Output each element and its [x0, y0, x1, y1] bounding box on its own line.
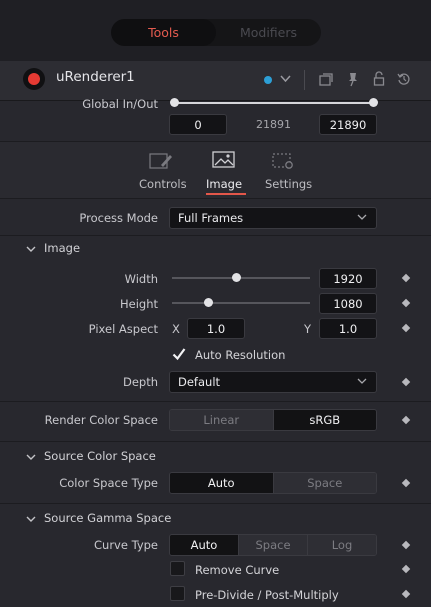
chevron-down-icon[interactable]: [280, 72, 291, 86]
pixel-aspect-y-label: Y: [304, 322, 312, 336]
lock-icon[interactable]: [373, 71, 385, 89]
keyframe-diamond-icon[interactable]: [401, 589, 411, 599]
pin-icon[interactable]: [346, 71, 360, 90]
render-color-space-toggle: Linear sRGB: [169, 409, 377, 431]
global-range-track[interactable]: [174, 102, 374, 104]
depth-dropdown[interactable]: Default: [169, 371, 377, 393]
global-duration: 21891: [256, 118, 291, 131]
node-name[interactable]: uRenderer1: [56, 69, 135, 85]
chevron-down-icon: [357, 211, 367, 228]
tab-image[interactable]: Image: [206, 177, 242, 191]
render-color-space-label: Render Color Space: [44, 413, 158, 427]
keyframe-diamond-icon[interactable]: [401, 564, 411, 574]
tab-modifiers[interactable]: Modifiers: [216, 19, 321, 46]
divider: [0, 235, 431, 236]
auto-resolution-label: Auto Resolution: [195, 348, 286, 362]
settings-icon[interactable]: [272, 152, 296, 173]
image-section-title[interactable]: Image: [44, 241, 80, 255]
tab-tools[interactable]: Tools: [111, 19, 216, 46]
collapse-chevron-icon[interactable]: [26, 243, 36, 257]
divider: [0, 441, 431, 442]
image-icon[interactable]: [212, 151, 236, 172]
reset-icon[interactable]: [397, 72, 411, 89]
collapse-chevron-icon[interactable]: [26, 513, 36, 527]
global-out-field[interactable]: 21890: [319, 114, 377, 135]
source-color-space-title[interactable]: Source Color Space: [44, 449, 156, 463]
color-space-space-option[interactable]: Space: [273, 473, 376, 493]
depth-value: Default: [178, 375, 221, 389]
tab-settings[interactable]: Settings: [265, 177, 312, 191]
color-space-type-toggle: Auto Space: [169, 472, 377, 494]
width-slider-track[interactable]: [172, 277, 310, 279]
collapse-chevron-icon[interactable]: [26, 451, 36, 465]
width-label: Width: [124, 272, 158, 286]
divider: [0, 503, 431, 504]
global-in-handle[interactable]: [170, 98, 179, 107]
global-inout-label: Global In/Out: [82, 97, 158, 111]
divider: [0, 401, 431, 402]
controls-icon[interactable]: [149, 152, 173, 173]
process-mode-dropdown[interactable]: Full Frames: [169, 207, 377, 229]
process-mode-value: Full Frames: [178, 211, 244, 225]
render-linear-option[interactable]: Linear: [170, 410, 274, 430]
height-field[interactable]: 1080: [319, 293, 377, 314]
color-space-auto-option[interactable]: Auto: [170, 473, 274, 493]
pixel-aspect-label: Pixel Aspect: [88, 322, 158, 336]
global-in-field[interactable]: 0: [169, 114, 227, 135]
keyframe-diamond-icon[interactable]: [401, 273, 411, 283]
height-slider-knob[interactable]: [204, 298, 213, 307]
window-icon[interactable]: [319, 73, 333, 89]
curve-log-option[interactable]: Log: [308, 535, 376, 555]
keyframe-diamond-icon[interactable]: [401, 377, 411, 387]
keyframe-diamond-icon[interactable]: [401, 540, 411, 550]
global-out-handle[interactable]: [369, 98, 378, 107]
node-color-dot[interactable]: [264, 76, 272, 84]
keyframe-diamond-icon[interactable]: [401, 298, 411, 308]
auto-resolution-checkbox[interactable]: [172, 347, 186, 364]
color-space-type-label: Color Space Type: [59, 476, 158, 490]
render-srgb-option[interactable]: sRGB: [273, 410, 376, 430]
pixel-aspect-x-label: X: [172, 322, 180, 336]
width-field[interactable]: 1920: [319, 268, 377, 289]
tab-controls[interactable]: Controls: [139, 177, 187, 191]
depth-label: Depth: [122, 375, 158, 389]
keyframe-diamond-icon[interactable]: [401, 478, 411, 488]
predivide-checkbox[interactable]: [170, 586, 185, 601]
source-gamma-space-title[interactable]: Source Gamma Space: [44, 511, 171, 525]
keyframe-diamond-icon[interactable]: [401, 415, 411, 425]
process-mode-label: Process Mode: [79, 211, 158, 225]
curve-type-toggle: Auto Space Log: [169, 534, 377, 556]
node-enable-toggle[interactable]: [28, 73, 40, 85]
height-slider-track[interactable]: [172, 302, 310, 304]
width-slider-knob[interactable]: [232, 273, 241, 282]
pixel-aspect-x-field[interactable]: 1.0: [187, 318, 245, 339]
remove-curve-checkbox[interactable]: [170, 561, 185, 576]
header-separator: [304, 70, 305, 90]
remove-curve-label: Remove Curve: [195, 563, 280, 577]
height-label: Height: [119, 297, 158, 311]
tool-tabs: Tools Modifiers: [111, 19, 321, 46]
curve-space-option[interactable]: Space: [239, 535, 308, 555]
curve-auto-option[interactable]: Auto: [170, 535, 239, 555]
pixel-aspect-y-field[interactable]: 1.0: [319, 318, 377, 339]
keyframe-diamond-icon[interactable]: [401, 323, 411, 333]
active-tab-indicator: [206, 193, 246, 195]
chevron-down-icon: [357, 375, 367, 392]
curve-type-label: Curve Type: [94, 538, 158, 552]
predivide-label: Pre-Divide / Post-Multiply: [195, 588, 339, 602]
